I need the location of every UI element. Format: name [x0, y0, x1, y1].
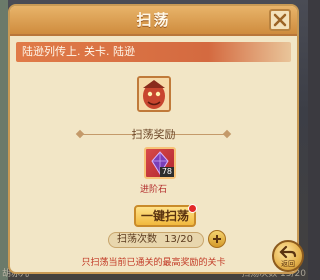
- back-button-label: 返回: [281, 260, 295, 268]
- reward-item-name: 进阶石: [139, 185, 167, 195]
- sweep-dialog: 扫荡 陆逊列传上. 关卡. 陆逊 扫荡奖励 78 进阶石 一键扫荡 扫荡次数 1…: [8, 4, 299, 274]
- sweep-button-label: 一键扫荡: [140, 209, 189, 223]
- reward-item-slot[interactable]: 78: [144, 147, 176, 179]
- notification-dot: [188, 204, 197, 213]
- level-path-text: 陆逊列传上. 关卡. 陆逊: [22, 45, 135, 58]
- dialog-title-bar: 扫荡: [10, 6, 297, 36]
- dialog-title: 扫荡: [136, 11, 171, 29]
- back-button[interactable]: 返回: [272, 240, 304, 272]
- hero-portrait: [137, 76, 171, 112]
- add-sweep-count-button[interactable]: [208, 230, 226, 248]
- reward-title: 扫荡奖励: [131, 128, 176, 141]
- reward-item-count: 78: [159, 167, 174, 177]
- sweep-count-label: 扫荡次数: [117, 234, 157, 245]
- one-click-sweep-button[interactable]: 一键扫荡: [134, 204, 197, 227]
- background-side-strip: [0, 0, 8, 280]
- sweep-count-row: 扫荡次数 13/20: [108, 232, 204, 248]
- hero-face-icon: [139, 78, 169, 110]
- sweep-count-value: 13/20: [164, 234, 193, 245]
- close-icon: [273, 13, 287, 27]
- close-button[interactable]: [269, 9, 291, 31]
- level-path-bar: 陆逊列传上. 关卡. 陆逊: [16, 42, 291, 62]
- sweep-note: 只扫荡当前已通关的最高奖励的关卡: [81, 258, 226, 268]
- plus-icon: [213, 235, 221, 243]
